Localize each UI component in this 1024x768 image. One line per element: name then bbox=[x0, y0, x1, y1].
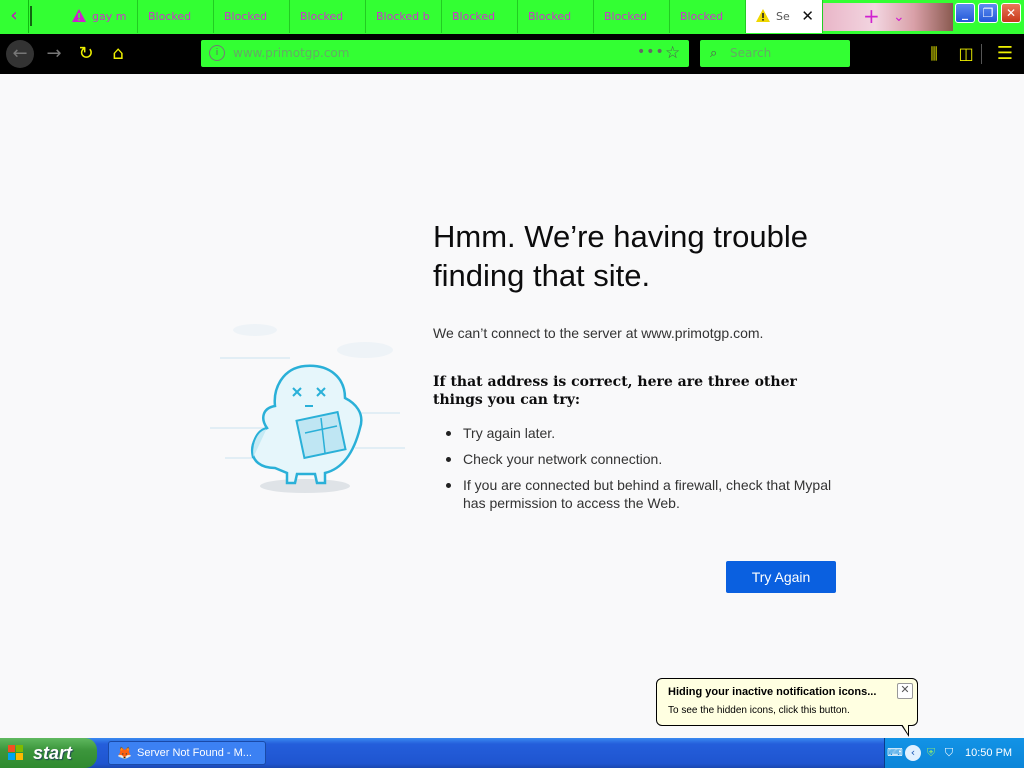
tab-8[interactable]: Blocked bbox=[594, 0, 670, 33]
tab-scroll-left-button[interactable]: ‹ bbox=[0, 0, 32, 33]
search-input[interactable] bbox=[730, 44, 842, 62]
warning-icon bbox=[756, 2, 770, 33]
url-text[interactable]: www.primotgp.com bbox=[233, 40, 349, 67]
tab-7[interactable]: Blocked bbox=[518, 0, 594, 33]
back-button[interactable]: ← bbox=[6, 40, 34, 68]
tab-9[interactable]: Blocked bbox=[670, 0, 746, 33]
tab-5[interactable]: Blocked b bbox=[366, 0, 442, 33]
browser-icon: 🦊 bbox=[117, 746, 132, 760]
system-tray: ⌨ ‹ ⛨ ⛉ 10:50 PM bbox=[884, 738, 1024, 768]
taskbar-item-browser[interactable]: 🦊 Server Not Found - M... bbox=[108, 741, 266, 765]
clock: 10:50 PM bbox=[965, 747, 1013, 759]
tab-active[interactable]: Se ✕ bbox=[746, 0, 823, 33]
page-actions-icon[interactable]: ••• bbox=[637, 40, 665, 65]
shield-icon[interactable]: ⛉ bbox=[941, 745, 957, 761]
url-bar[interactable]: i www.primotgp.com ••• ☆ bbox=[201, 40, 689, 67]
toolbar-divider bbox=[981, 44, 982, 64]
taskbar: start 🦊 Server Not Found - M... ⌨ ‹ ⛨ ⛉ … bbox=[0, 738, 1024, 768]
warning-icon bbox=[72, 2, 86, 33]
tab-label: Blocked bbox=[300, 10, 344, 23]
tab-3[interactable]: Blocked bbox=[214, 0, 290, 33]
balloon-title: Hiding your inactive notification icons.… bbox=[668, 686, 877, 698]
bookmark-star-icon[interactable]: ☆ bbox=[665, 40, 680, 67]
tab-bar: ‹ gay m Blocked Blocked Blocked Blocked … bbox=[0, 0, 1024, 34]
forward-button[interactable]: → bbox=[40, 40, 68, 68]
tab-label: Blocked bbox=[604, 10, 648, 23]
tab-label: Se bbox=[776, 10, 790, 23]
list-item: If you are connected but behind a firewa… bbox=[446, 477, 832, 511]
security-icon[interactable]: ⛨ bbox=[923, 745, 939, 761]
list-item: Try again later. bbox=[446, 424, 833, 442]
tab-label: Blocked bbox=[452, 10, 496, 23]
start-button[interactable]: start bbox=[0, 738, 97, 768]
error-description: We can’t connect to the server at www.pr… bbox=[433, 325, 764, 341]
reload-button[interactable]: ↻ bbox=[72, 40, 100, 68]
balloon-close-button[interactable]: ✕ bbox=[897, 683, 913, 699]
home-button[interactable]: ⌂ bbox=[104, 40, 132, 68]
try-again-button[interactable]: Try Again bbox=[726, 561, 836, 593]
tab-label: Blocked bbox=[528, 10, 572, 23]
close-window-button[interactable]: ✕ bbox=[1001, 3, 1021, 23]
windows-logo-icon bbox=[8, 745, 23, 760]
balloon-text: To see the hidden icons, click this butt… bbox=[668, 705, 850, 716]
tab-label: Blocked bbox=[224, 10, 268, 23]
tab-label: Blocked bbox=[148, 10, 192, 23]
menu-button[interactable]: ☰ bbox=[991, 40, 1019, 68]
library-button[interactable]: ⫼ bbox=[920, 40, 948, 68]
error-illustration bbox=[205, 318, 415, 502]
keyboard-icon[interactable]: ⌨ bbox=[887, 745, 903, 761]
theme-decoration: + ⌄ bbox=[823, 3, 953, 31]
taskbar-item-label: Server Not Found - M... bbox=[137, 747, 252, 759]
balloon-pointer-fill bbox=[902, 724, 908, 734]
notification-balloon[interactable]: Hiding your inactive notification icons.… bbox=[656, 678, 918, 737]
suggestions-heading: If that address is correct, here are thr… bbox=[433, 374, 797, 408]
suggestions-list: Try again later. Check your network conn… bbox=[433, 424, 833, 520]
error-title: Hmm. We’re having trouble finding that s… bbox=[433, 219, 809, 293]
list-item: Check your network connection. bbox=[446, 450, 833, 468]
info-icon[interactable]: i bbox=[209, 45, 225, 61]
new-tab-icon[interactable]: + bbox=[863, 3, 880, 29]
tab-label: gay m bbox=[92, 10, 127, 23]
search-icon: ⌕ bbox=[710, 46, 718, 61]
show-hidden-icons-button[interactable]: ‹ bbox=[905, 745, 921, 761]
tab-label: Blocked bbox=[680, 10, 724, 23]
tab-2[interactable]: Blocked bbox=[138, 0, 214, 33]
tab-close-icon[interactable]: ✕ bbox=[801, 0, 814, 33]
search-bar[interactable]: ⌕ bbox=[700, 40, 850, 67]
tab-1[interactable]: gay m bbox=[62, 0, 138, 33]
tab-label: Blocked b bbox=[376, 10, 430, 23]
tab-scroll-divider bbox=[30, 6, 32, 26]
tab-6[interactable]: Blocked bbox=[442, 0, 518, 33]
maximize-button[interactable]: ❐ bbox=[978, 3, 998, 23]
sidebar-toggle-button[interactable]: ◫ bbox=[952, 40, 980, 68]
tab-4[interactable]: Blocked bbox=[290, 0, 366, 33]
start-label: start bbox=[33, 743, 73, 763]
minimize-button[interactable]: _ bbox=[955, 3, 975, 23]
chevron-down-icon[interactable]: ⌄ bbox=[893, 5, 905, 29]
